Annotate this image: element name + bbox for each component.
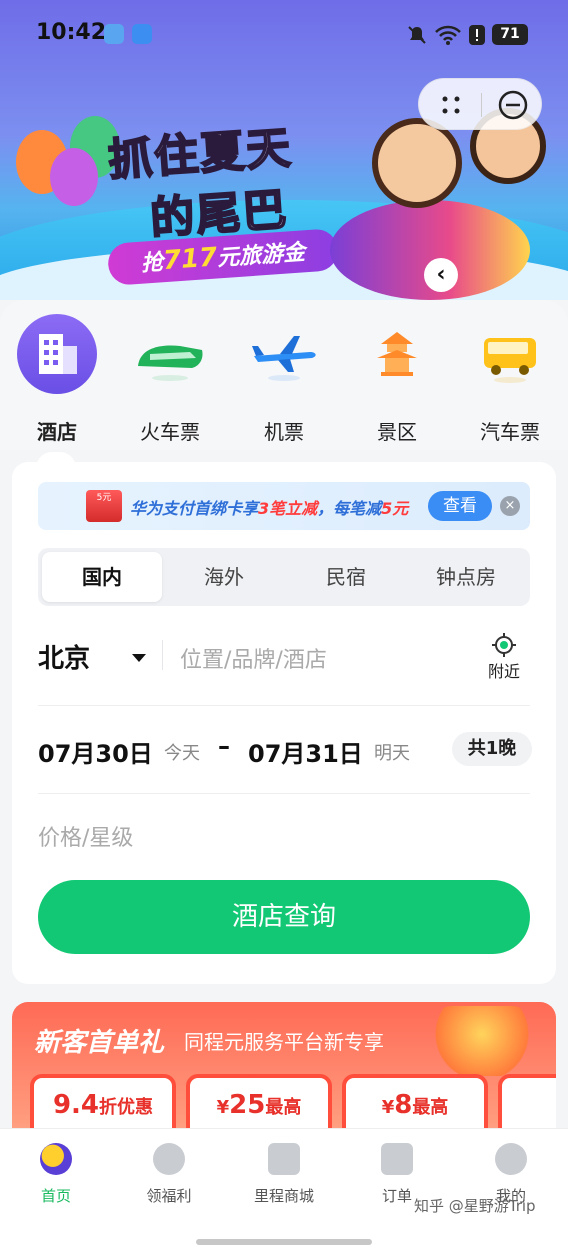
category-row: 酒店 火车票 机票 景区 汽车票 bbox=[0, 300, 568, 450]
battery-indicator: 71 bbox=[492, 24, 528, 45]
promo-card-prefix: ¥ bbox=[381, 1097, 395, 1118]
nearby-button[interactable]: 附近 bbox=[478, 632, 530, 682]
category-label: 火车票 bbox=[140, 420, 200, 444]
capsule-divider bbox=[481, 93, 482, 117]
hero-banner[interactable]: 抓住夏天 的尾巴 抢717元旅游金 ‹ 10:42 71 bbox=[0, 0, 568, 300]
promo-card-prefix: ¥ bbox=[216, 1097, 230, 1118]
promo-card-value: 9.4 bbox=[52, 1090, 100, 1120]
tab-homestay[interactable]: 民宿 bbox=[286, 552, 406, 602]
kid-illustration-1 bbox=[372, 118, 462, 208]
profile-icon bbox=[495, 1143, 527, 1175]
weather-icon bbox=[104, 24, 124, 44]
category-bus[interactable]: 汽车票 bbox=[460, 314, 560, 444]
promo-card-unit: 最高 bbox=[412, 1097, 449, 1118]
minimize-icon[interactable] bbox=[497, 89, 529, 121]
home-icon bbox=[40, 1143, 72, 1175]
order-icon bbox=[381, 1143, 413, 1175]
mini-program-capsule bbox=[418, 78, 542, 130]
promo-subtitle: 同程元服务平台新专享 bbox=[184, 1030, 384, 1054]
chevron-down-icon[interactable] bbox=[132, 654, 146, 662]
bulb-icon bbox=[132, 24, 152, 44]
money-bag-icon bbox=[153, 1143, 185, 1175]
coupon-highlight-2: 5元 bbox=[381, 499, 409, 518]
hotel-search-button[interactable]: 酒店查询 bbox=[38, 880, 530, 954]
status-bar: 10:42 71 bbox=[0, 0, 568, 70]
tab-hourly[interactable]: 钟点房 bbox=[406, 552, 526, 602]
bottom-nav: 首页 领福利 里程商城 订单 我的 知乎 @星野游Trip bbox=[0, 1128, 568, 1256]
red-envelope-icon: 5元 bbox=[86, 490, 122, 522]
nearby-label: 附近 bbox=[487, 662, 520, 681]
promo-suffix: 元旅游金 bbox=[216, 240, 306, 272]
coupon-banner[interactable]: 5元 华为支付首绑卡享3笔立减，每笔减5元 查看 × bbox=[38, 482, 530, 530]
status-time: 10:42 bbox=[36, 20, 107, 45]
more-dots-icon[interactable] bbox=[437, 91, 465, 119]
nav-label: 首页 bbox=[40, 1187, 71, 1205]
stay-type-tabs: 国内 海外 民宿 钟点房 bbox=[38, 548, 530, 606]
category-train[interactable]: 火车票 bbox=[120, 314, 220, 444]
home-indicator[interactable] bbox=[196, 1239, 372, 1245]
nights-badge: 共1晚 bbox=[452, 732, 532, 766]
date-dash: – bbox=[218, 732, 230, 760]
mute-icon bbox=[408, 26, 426, 44]
close-icon[interactable]: × bbox=[500, 496, 520, 516]
coupon-text-a: 华为支付首绑卡享 bbox=[130, 499, 259, 518]
checkin-day: 今天 bbox=[164, 743, 200, 764]
city-selector[interactable]: 北京 bbox=[38, 638, 90, 675]
nav-mileage-mall[interactable]: 里程商城 bbox=[234, 1143, 334, 1206]
gift-icon bbox=[432, 1006, 532, 1076]
bus-icon bbox=[470, 314, 550, 394]
coupon-view-button[interactable]: 查看 bbox=[428, 491, 492, 521]
checkout-date[interactable]: 07月31日 bbox=[248, 734, 363, 769]
watermark: 知乎 @星野游Trip bbox=[414, 1197, 536, 1215]
hotel-icon bbox=[17, 314, 97, 394]
promo-card-unit: 最高 bbox=[265, 1097, 302, 1118]
category-label: 机票 bbox=[264, 420, 304, 444]
destination-row: 北京 位置/品牌/酒店 附近 bbox=[38, 626, 530, 706]
nav-home[interactable]: 首页 bbox=[6, 1143, 106, 1206]
nav-benefits[interactable]: 领福利 bbox=[119, 1143, 219, 1206]
alert-icon bbox=[469, 25, 485, 45]
coupon-badge: 5元 bbox=[96, 493, 112, 503]
promo-card-unit: 折优惠 bbox=[99, 1097, 154, 1118]
category-label: 酒店 bbox=[37, 420, 77, 444]
banner-prev-arrow[interactable]: ‹ bbox=[424, 258, 458, 292]
coupon-highlight: 3笔立减 bbox=[258, 499, 318, 518]
balloon-purple bbox=[50, 148, 98, 206]
nav-label: 里程商城 bbox=[253, 1187, 314, 1205]
tab-domestic[interactable]: 国内 bbox=[42, 552, 162, 602]
shop-bag-icon bbox=[268, 1143, 300, 1175]
plane-icon bbox=[244, 314, 324, 394]
promo-card-value: 25 bbox=[229, 1090, 266, 1120]
wifi-icon bbox=[435, 25, 461, 45]
keyword-input[interactable]: 位置/品牌/酒店 bbox=[180, 642, 327, 674]
date-row[interactable]: 07月30日 今天 – 07月31日 明天 共1晚 bbox=[38, 708, 532, 794]
checkin-date[interactable]: 07月30日 bbox=[38, 734, 153, 769]
locate-icon bbox=[492, 633, 516, 657]
category-scenic[interactable]: 景区 bbox=[347, 314, 447, 444]
checkout-day: 明天 bbox=[374, 743, 410, 764]
temple-icon bbox=[357, 314, 437, 394]
category-flight[interactable]: 机票 bbox=[234, 314, 334, 444]
promo-card-value: 8 bbox=[394, 1090, 413, 1120]
hotel-search-card: 5元 华为支付首绑卡享3笔立减，每笔减5元 查看 × 国内 海外 民宿 钟点房 … bbox=[12, 462, 556, 984]
coupon-text-b: ，每笔减 bbox=[317, 499, 382, 518]
promo-amount: 717 bbox=[161, 242, 219, 277]
train-icon bbox=[130, 314, 210, 394]
price-star-filter[interactable]: 价格/星级 bbox=[38, 820, 133, 852]
category-label: 景区 bbox=[377, 420, 417, 444]
coupon-text: 华为支付首绑卡享3笔立减，每笔减5元 bbox=[130, 495, 408, 519]
nav-label: 领福利 bbox=[146, 1187, 192, 1205]
divider bbox=[162, 640, 163, 670]
category-label: 汽车票 bbox=[480, 420, 540, 444]
category-hotel[interactable]: 酒店 bbox=[7, 314, 107, 444]
tab-overseas[interactable]: 海外 bbox=[164, 552, 284, 602]
promo-title: 新客首单礼 bbox=[34, 1028, 165, 1058]
promo-prefix: 抢 bbox=[140, 250, 164, 277]
